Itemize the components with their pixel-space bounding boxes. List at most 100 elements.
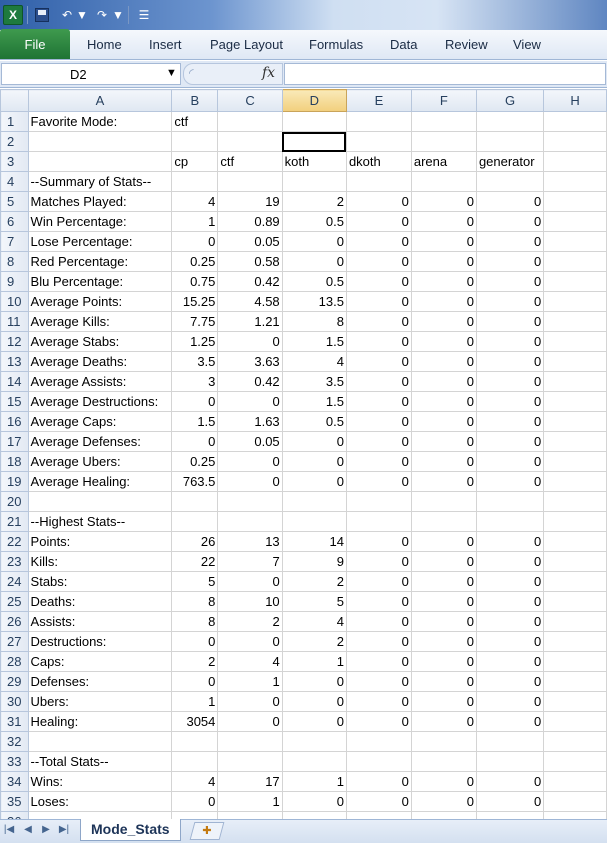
cell-h1[interactable] xyxy=(543,111,607,132)
cell-h32[interactable] xyxy=(543,731,607,752)
cell-c21[interactable] xyxy=(217,511,283,532)
cell-b24[interactable]: 5 xyxy=(171,571,219,592)
cell-d14[interactable]: 3.5 xyxy=(281,371,347,392)
cell-h21[interactable] xyxy=(543,511,607,532)
cell-e6[interactable]: 0 xyxy=(345,211,412,232)
row-header[interactable]: 6 xyxy=(0,211,29,232)
row-header[interactable]: 14 xyxy=(0,371,29,392)
column-header-g[interactable]: G xyxy=(475,89,545,112)
cell-h3[interactable] xyxy=(543,151,607,172)
cell-g32[interactable] xyxy=(475,731,545,752)
insert-sheet-icon[interactable]: ✚ xyxy=(189,822,225,840)
cell-e17[interactable]: 0 xyxy=(345,431,412,452)
cell-b15[interactable]: 0 xyxy=(171,391,219,412)
cell-d5[interactable]: 2 xyxy=(281,191,347,212)
cell-d1[interactable] xyxy=(281,111,347,132)
row-header[interactable]: 30 xyxy=(0,691,29,712)
cell-a12[interactable]: Average Stabs: xyxy=(27,331,173,352)
cell-f11[interactable]: 0 xyxy=(410,311,477,332)
cell-e35[interactable]: 0 xyxy=(345,791,412,812)
cell-h11[interactable] xyxy=(543,311,607,332)
cell-b18[interactable]: 0.25 xyxy=(171,451,219,472)
row-header[interactable]: 9 xyxy=(0,271,29,292)
undo-dropdown-icon[interactable]: ▼ xyxy=(76,5,88,25)
cell-b30[interactable]: 1 xyxy=(171,691,219,712)
cell-f28[interactable]: 0 xyxy=(410,651,477,672)
cell-h14[interactable] xyxy=(543,371,607,392)
cell-d24[interactable]: 2 xyxy=(281,571,347,592)
cell-c1[interactable] xyxy=(217,111,283,132)
row-header[interactable]: 35 xyxy=(0,791,29,812)
cell-f30[interactable]: 0 xyxy=(410,691,477,712)
cell-f35[interactable]: 0 xyxy=(410,791,477,812)
row-header[interactable]: 28 xyxy=(0,651,29,672)
cell-h33[interactable] xyxy=(543,751,607,772)
cell-c23[interactable]: 7 xyxy=(217,551,283,572)
cell-e8[interactable]: 0 xyxy=(345,251,412,272)
cell-c36[interactable] xyxy=(217,811,283,819)
row-header[interactable]: 12 xyxy=(0,331,29,352)
cell-c33[interactable] xyxy=(217,751,283,772)
cell-d8[interactable]: 0 xyxy=(281,251,347,272)
cell-g35[interactable]: 0 xyxy=(475,791,545,812)
cell-f36[interactable] xyxy=(410,811,477,819)
cell-d19[interactable]: 0 xyxy=(281,471,347,492)
cell-b17[interactable]: 0 xyxy=(171,431,219,452)
row-header[interactable]: 2 xyxy=(0,131,29,152)
grip-icon[interactable]: ◜ xyxy=(189,66,194,80)
cell-e10[interactable]: 0 xyxy=(345,291,412,312)
cell-d26[interactable]: 4 xyxy=(281,611,347,632)
cell-e34[interactable]: 0 xyxy=(345,771,412,792)
cell-a26[interactable]: Assists: xyxy=(27,611,173,632)
cell-c16[interactable]: 1.63 xyxy=(217,411,283,432)
cell-d25[interactable]: 5 xyxy=(281,591,347,612)
cell-d17[interactable]: 0 xyxy=(281,431,347,452)
cell-a16[interactable]: Average Caps: xyxy=(27,411,173,432)
cell-e2[interactable] xyxy=(345,131,412,152)
cell-f1[interactable] xyxy=(410,111,477,132)
cell-a19[interactable]: Average Healing: xyxy=(27,471,173,492)
cell-b1[interactable]: ctf xyxy=(171,111,219,132)
cell-c25[interactable]: 10 xyxy=(217,591,283,612)
cell-h35[interactable] xyxy=(543,791,607,812)
cell-c22[interactable]: 13 xyxy=(217,531,283,552)
cell-h6[interactable] xyxy=(543,211,607,232)
cell-g1[interactable] xyxy=(475,111,545,132)
name-box[interactable]: D2 ▼ xyxy=(1,63,181,85)
cell-h2[interactable] xyxy=(543,131,607,152)
cell-b36[interactable] xyxy=(171,811,219,819)
cell-h5[interactable] xyxy=(543,191,607,212)
cell-g3[interactable]: generator xyxy=(475,151,545,172)
cell-c20[interactable] xyxy=(217,491,283,512)
worksheet-grid[interactable]: ABCDEFGH 1 Favorite Mode: ctf 2 3 cp ctf koth dk… xyxy=(0,89,607,819)
row-header[interactable]: 11 xyxy=(0,311,29,332)
cell-g16[interactable]: 0 xyxy=(475,411,545,432)
cell-h8[interactable] xyxy=(543,251,607,272)
cell-a34[interactable]: Wins: xyxy=(27,771,173,792)
cell-b28[interactable]: 2 xyxy=(171,651,219,672)
cell-e1[interactable] xyxy=(345,111,412,132)
cell-g9[interactable]: 0 xyxy=(475,271,545,292)
cell-h20[interactable] xyxy=(543,491,607,512)
cell-h12[interactable] xyxy=(543,331,607,352)
cell-b35[interactable]: 0 xyxy=(171,791,219,812)
cell-d27[interactable]: 2 xyxy=(281,631,347,652)
cell-d22[interactable]: 14 xyxy=(281,531,347,552)
row-header[interactable]: 4 xyxy=(0,171,29,192)
cell-c34[interactable]: 17 xyxy=(217,771,283,792)
column-header-f[interactable]: F xyxy=(410,89,477,112)
cell-f12[interactable]: 0 xyxy=(410,331,477,352)
cell-f3[interactable]: arena xyxy=(410,151,477,172)
cell-c15[interactable]: 0 xyxy=(217,391,283,412)
cell-d9[interactable]: 0.5 xyxy=(281,271,347,292)
cell-g22[interactable]: 0 xyxy=(475,531,545,552)
select-all-corner[interactable] xyxy=(0,89,29,112)
cell-e4[interactable] xyxy=(345,171,412,192)
cell-c13[interactable]: 3.63 xyxy=(217,351,283,372)
column-header-h[interactable]: H xyxy=(543,89,607,112)
cell-g26[interactable]: 0 xyxy=(475,611,545,632)
cell-g13[interactable]: 0 xyxy=(475,351,545,372)
cell-f25[interactable]: 0 xyxy=(410,591,477,612)
cell-d34[interactable]: 1 xyxy=(281,771,347,792)
cell-c31[interactable]: 0 xyxy=(217,711,283,732)
